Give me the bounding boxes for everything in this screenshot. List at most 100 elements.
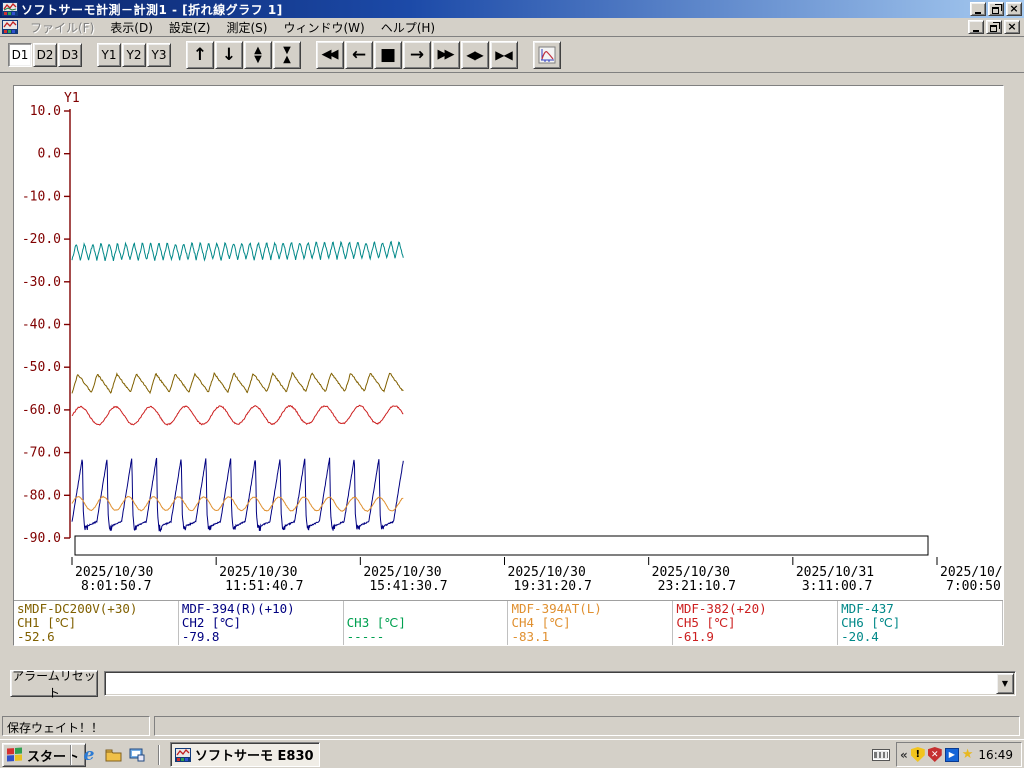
svg-text:8:01:50.7: 8:01:50.7 bbox=[81, 579, 151, 594]
channel-value: -83.1 bbox=[511, 629, 550, 644]
graph-settings-button[interactable] bbox=[533, 40, 561, 69]
mdi-child-icon[interactable] bbox=[2, 20, 18, 34]
channel-unit: CH3 [℃] bbox=[346, 615, 406, 630]
close-button[interactable]: × bbox=[1006, 2, 1022, 16]
menu-item[interactable]: 表示(D) bbox=[102, 17, 161, 38]
step-back-button[interactable]: ← bbox=[345, 40, 373, 69]
channel-value: -52.6 bbox=[17, 629, 55, 644]
fast-forward-button[interactable]: ▶▶ bbox=[432, 40, 460, 69]
svg-text:0.0: 0.0 bbox=[38, 147, 61, 162]
mdi-restore-button[interactable] bbox=[986, 20, 1002, 34]
expand-horizontal-button[interactable]: ◀▶ bbox=[461, 40, 489, 69]
alarm-combobox-value bbox=[105, 672, 995, 695]
svg-text:10.0: 10.0 bbox=[30, 104, 61, 119]
mdi-minimize-button[interactable] bbox=[968, 20, 984, 34]
legend-ch4: MDF-394AT(L) CH4 [℃] -83.1 bbox=[508, 601, 674, 645]
toolbar-d3-button[interactable]: D3 bbox=[58, 42, 82, 67]
svg-text:-90.0: -90.0 bbox=[22, 531, 61, 546]
toolbar: D1 D2 D3 Y1 Y2 Y3 ↑ ↓ ▲ ▼ ▼ ▲ ◀◀ ← ■ → ▶▶ ◀▶ ▶◀ bbox=[0, 37, 1024, 73]
toolbar-y2-button[interactable]: Y2 bbox=[122, 42, 146, 67]
menu-item[interactable]: ヘルプ(H) bbox=[373, 17, 443, 38]
media-player-tray-icon[interactable]: ▶ bbox=[944, 747, 959, 762]
window-title: ソフトサーモ計測－計測1 - [折れ線グラフ 1] bbox=[21, 2, 283, 17]
stop-button[interactable]: ■ bbox=[374, 40, 402, 69]
combo-dropdown-arrow-icon[interactable]: ▼ bbox=[996, 673, 1014, 694]
start-button[interactable]: スタート bbox=[2, 743, 87, 767]
tray-collapse-icon[interactable]: « bbox=[900, 748, 908, 762]
alarm-reset-button[interactable]: アラームリセット bbox=[10, 669, 98, 700]
legend-ch1: sMDF-DC200V(+30) CH1 [℃] -52.6 bbox=[14, 601, 179, 645]
security-warning-icon[interactable]: ! bbox=[910, 747, 925, 762]
svg-text:Y1: Y1 bbox=[64, 91, 80, 106]
svg-text:2025/10/30: 2025/10/30 bbox=[75, 565, 153, 580]
svg-text:-50.0: -50.0 bbox=[22, 360, 61, 375]
clock: 16:49 bbox=[978, 747, 1014, 762]
channel-unit: CH1 [℃] bbox=[17, 615, 77, 630]
svg-text:-80.0: -80.0 bbox=[22, 488, 61, 503]
mdi-close-button[interactable]: × bbox=[1004, 20, 1020, 34]
menu-item: ファイル(F) bbox=[30, 20, 95, 35]
channel-unit: CH6 [℃] bbox=[841, 615, 901, 630]
security-error-icon[interactable]: ✕ bbox=[927, 747, 942, 762]
keyboard-layout-icon[interactable] bbox=[872, 749, 890, 761]
toolbar-y3-button[interactable]: Y3 bbox=[147, 42, 171, 67]
legend-ch6: MDF-437 CH6 [℃] -20.4 bbox=[838, 601, 1003, 645]
menu-item[interactable]: 設定(Z) bbox=[161, 17, 219, 38]
legend-ch2: MDF-394(R)(+10) CH2 [℃] -79.8 bbox=[179, 601, 344, 645]
step-forward-button[interactable]: → bbox=[403, 40, 431, 69]
toolbar-d2-button[interactable]: D2 bbox=[33, 42, 57, 67]
svg-text:11:51:40.7: 11:51:40.7 bbox=[225, 579, 303, 594]
svg-text:-40.0: -40.0 bbox=[22, 318, 61, 333]
svg-text:-20.0: -20.0 bbox=[22, 232, 61, 247]
compress-horizontal-button[interactable]: ▶◀ bbox=[490, 40, 518, 69]
workspace: Y1 10.0 0.0 -10.0 -20.0 -30.0 -40.0 -50.0 -60.0 -… bbox=[0, 73, 1024, 713]
channel-label: MDF-394(R)(+10) bbox=[181, 601, 295, 616]
channel-label bbox=[347, 602, 505, 616]
show-desktop-icon[interactable] bbox=[128, 746, 146, 764]
taskbar-divider bbox=[70, 745, 72, 765]
internet-explorer-icon[interactable]: e bbox=[80, 745, 98, 765]
channel-value: -20.4 bbox=[841, 629, 879, 644]
graph-icon bbox=[538, 46, 556, 63]
channel-label: MDF-437 bbox=[841, 601, 894, 616]
svg-text:2025/10/30: 2025/10/30 bbox=[508, 565, 586, 580]
taskbar: スタート e ソフトサーモ E830 « ! ✕ ▶ ★ 16:49 bbox=[0, 739, 1024, 768]
compress-vertical-button[interactable]: ▼ ▲ bbox=[273, 40, 301, 69]
toolbar-y1-button[interactable]: Y1 bbox=[97, 42, 121, 67]
rewind-button[interactable]: ◀◀ bbox=[316, 40, 344, 69]
taskbar-app-button[interactable]: ソフトサーモ E830 bbox=[170, 742, 320, 767]
scroll-up-button[interactable]: ↑ bbox=[186, 40, 214, 69]
alarm-combobox[interactable]: ▼ bbox=[104, 671, 1016, 696]
app-icon bbox=[2, 2, 18, 16]
svg-text:2025/10/31: 2025/10/31 bbox=[796, 565, 874, 580]
channel-label: MDF-394AT(L) bbox=[511, 601, 602, 616]
svg-text:7:00:50.7: 7:00:50.7 bbox=[946, 579, 1003, 594]
svg-text:2025/10/30: 2025/10/30 bbox=[219, 565, 297, 580]
channel-label: MDF-382(+20) bbox=[676, 601, 767, 616]
taskbar-app-label: ソフトサーモ E830 bbox=[195, 749, 314, 764]
menu-item[interactable]: ウィンドウ(W) bbox=[275, 17, 372, 38]
scroll-down-button[interactable]: ↓ bbox=[215, 40, 243, 69]
channel-unit: CH2 [℃] bbox=[181, 615, 242, 630]
svg-text:2025/10/30: 2025/10/30 bbox=[652, 565, 730, 580]
folder-icon[interactable] bbox=[104, 746, 122, 764]
svg-text:23:21:10.7: 23:21:10.7 bbox=[658, 579, 736, 594]
expand-vertical-button[interactable]: ▲ ▼ bbox=[244, 40, 272, 69]
status-bar: 保存ウェイト！！ bbox=[0, 713, 1024, 739]
svg-text:-70.0: -70.0 bbox=[22, 446, 61, 461]
svg-text:-30.0: -30.0 bbox=[22, 275, 61, 290]
svg-text:15:41:30.7: 15:41:30.7 bbox=[369, 579, 447, 594]
svg-text:2025/10/31: 2025/10/31 bbox=[940, 565, 1003, 580]
legend-ch3: CH3 [℃] ----- bbox=[344, 601, 509, 645]
svg-text:3:11:00.7: 3:11:00.7 bbox=[802, 579, 872, 594]
update-star-icon[interactable]: ★ bbox=[962, 747, 974, 762]
windows-logo-icon bbox=[7, 747, 23, 762]
minimize-button[interactable] bbox=[970, 2, 986, 16]
channel-value: ----- bbox=[346, 629, 385, 644]
toolbar-d1-button[interactable]: D1 bbox=[8, 42, 32, 67]
svg-text:-10.0: -10.0 bbox=[22, 189, 61, 204]
restore-button[interactable] bbox=[988, 2, 1004, 16]
channel-label: sMDF-DC200V(+30) bbox=[17, 601, 138, 616]
channel-value: -79.8 bbox=[181, 629, 220, 644]
menu-item[interactable]: 測定(S) bbox=[218, 17, 275, 38]
